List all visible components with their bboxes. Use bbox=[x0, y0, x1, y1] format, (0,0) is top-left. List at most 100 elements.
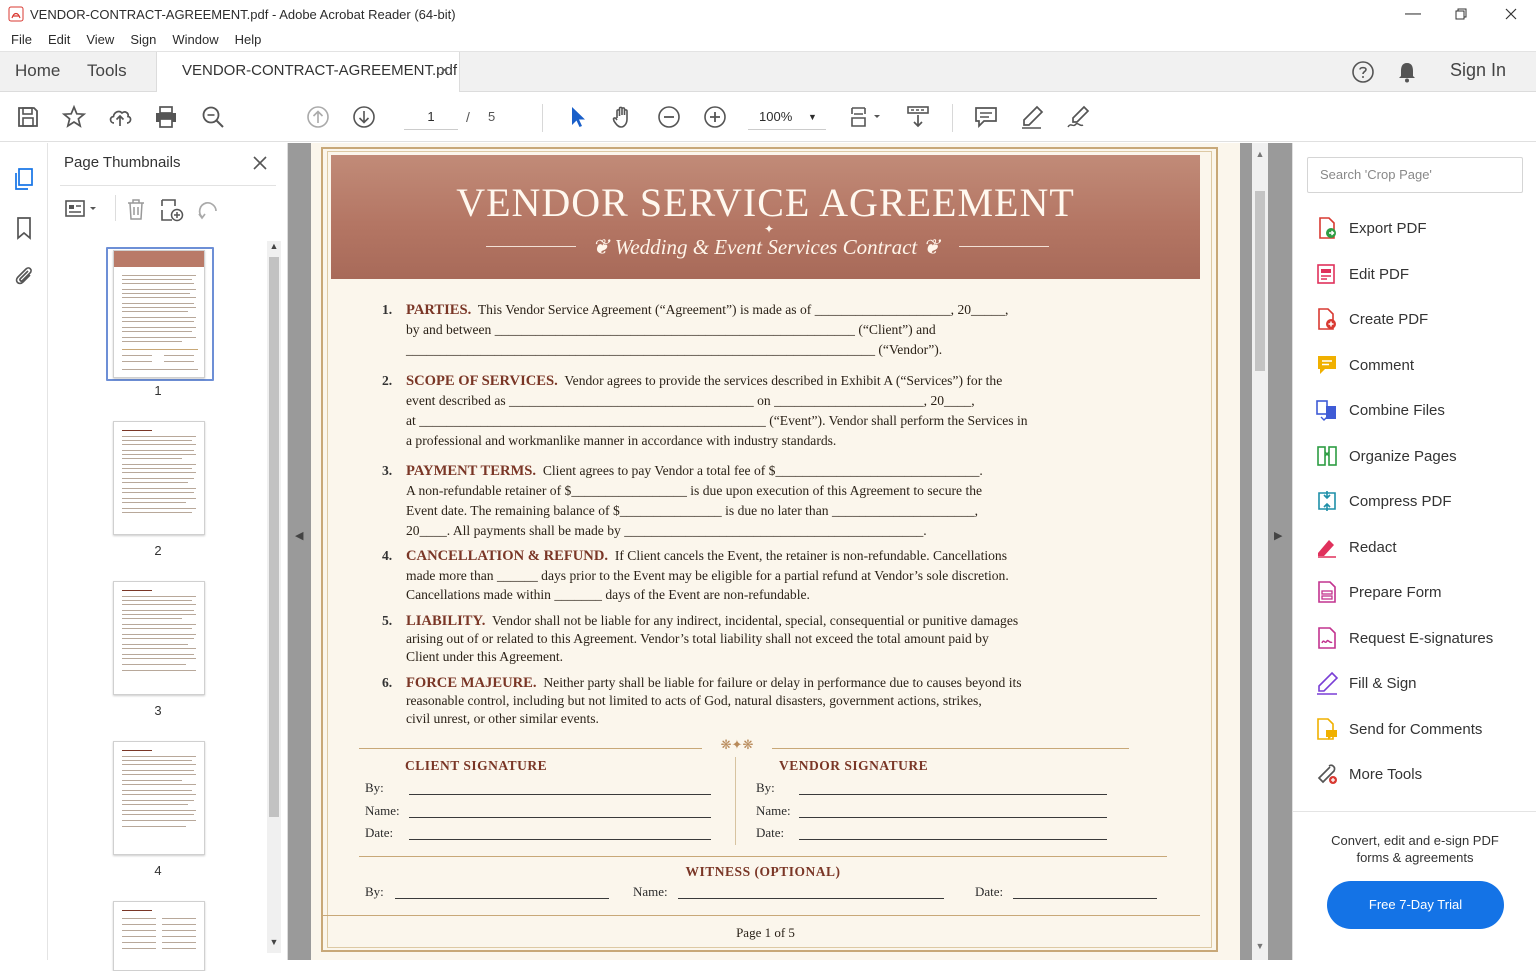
menu-file[interactable]: File bbox=[0, 32, 40, 47]
thumbnail-options-icon[interactable] bbox=[64, 198, 100, 220]
comment-tool-button[interactable] bbox=[971, 102, 1001, 132]
sign-in-button[interactable]: Sign In bbox=[1450, 60, 1506, 81]
thumbnail-page-5[interactable] bbox=[113, 901, 205, 971]
close-panel-icon[interactable] bbox=[253, 156, 267, 170]
tool-more-tools[interactable]: More Tools bbox=[1315, 759, 1422, 789]
scroll-mode-button[interactable] bbox=[903, 102, 933, 132]
thumbnail-page-4[interactable] bbox=[113, 741, 205, 855]
scroll-down-arrow-icon[interactable]: ▼ bbox=[267, 937, 281, 949]
menu-edit[interactable]: Edit bbox=[40, 32, 78, 47]
vendor-by-line[interactable] bbox=[799, 794, 1107, 795]
menu-sign[interactable]: Sign bbox=[122, 32, 164, 47]
tool-create-pdf[interactable]: Create PDF bbox=[1315, 304, 1428, 334]
collapse-right-panel-arrow-icon[interactable]: ▶ bbox=[1274, 529, 1282, 542]
page-total: 5 bbox=[488, 109, 496, 124]
next-page-button[interactable] bbox=[349, 102, 379, 132]
tab-close-button[interactable]: × bbox=[440, 52, 449, 90]
zoom-level-dropdown[interactable]: 100% ▼ bbox=[748, 104, 826, 130]
page-number-input[interactable]: 1 bbox=[404, 104, 458, 130]
upload-cloud-button[interactable] bbox=[105, 102, 135, 132]
restore-button[interactable] bbox=[1438, 0, 1484, 28]
help-icon[interactable] bbox=[1351, 60, 1375, 84]
tool-redact[interactable]: Redact bbox=[1315, 532, 1397, 562]
chevron-down-icon: ▼ bbox=[808, 112, 817, 122]
star-icon bbox=[61, 104, 87, 128]
tool-compress-pdf[interactable]: Compress PDF bbox=[1315, 486, 1452, 516]
menu-window[interactable]: Window bbox=[164, 32, 226, 47]
attachments-paperclip-icon[interactable] bbox=[12, 264, 36, 288]
menu-help[interactable]: Help bbox=[227, 32, 270, 47]
redact-icon bbox=[1318, 540, 1336, 558]
client-by-line[interactable] bbox=[409, 794, 711, 795]
save-button[interactable] bbox=[13, 102, 43, 132]
witness-by-line[interactable] bbox=[395, 898, 609, 899]
tool-fill-sign[interactable]: Fill & Sign bbox=[1315, 668, 1417, 698]
highlight-tool-button[interactable] bbox=[1017, 102, 1047, 132]
bookmark-star-button[interactable] bbox=[59, 102, 89, 132]
tab-home[interactable]: Home bbox=[15, 52, 60, 92]
page-display-button[interactable] bbox=[846, 102, 886, 132]
thumbnail-page-2[interactable] bbox=[113, 421, 205, 535]
organize-pages-icon bbox=[1317, 446, 1337, 466]
rotate-page-icon[interactable] bbox=[196, 198, 220, 222]
minimize-button[interactable]: — bbox=[1390, 0, 1436, 28]
plus-circle-icon bbox=[704, 106, 726, 128]
more-tools-icon bbox=[1317, 764, 1337, 784]
tool-export-pdf[interactable]: Export PDF bbox=[1315, 213, 1427, 243]
compress-pdf-icon bbox=[1318, 491, 1336, 511]
tab-tools[interactable]: Tools bbox=[87, 52, 127, 92]
vendor-date-line[interactable] bbox=[799, 839, 1107, 840]
tool-send-for-comments[interactable]: Send for Comments bbox=[1315, 714, 1482, 744]
scrollbar-thumb[interactable] bbox=[269, 257, 279, 817]
menu-view[interactable]: View bbox=[78, 32, 122, 47]
free-trial-button[interactable]: Free 7-Day Trial bbox=[1327, 881, 1504, 929]
insert-page-icon[interactable] bbox=[159, 197, 185, 223]
zoom-in-button[interactable] bbox=[700, 102, 730, 132]
zoom-out-magnifier-icon bbox=[202, 106, 224, 128]
tool-organize-pages[interactable]: Organize Pages bbox=[1315, 441, 1457, 471]
page-thumbnails-icon[interactable] bbox=[12, 167, 36, 191]
fill-sign-tool-button[interactable] bbox=[1063, 102, 1093, 132]
zoom-search-button[interactable] bbox=[198, 102, 228, 132]
close-window-button[interactable] bbox=[1488, 0, 1534, 28]
scroll-up-arrow-icon[interactable]: ▲ bbox=[267, 241, 281, 253]
client-name-line[interactable] bbox=[409, 817, 711, 818]
collapse-left-panel-arrow-icon[interactable]: ◀ bbox=[295, 529, 303, 542]
thumbnail-page-3[interactable] bbox=[113, 581, 205, 695]
client-by-label: By: bbox=[365, 780, 384, 795]
clause-force-majeure: 6. FORCE MAJEURE. Neither party shall be… bbox=[382, 675, 1022, 726]
tool-request-esignatures[interactable]: Request E-signatures bbox=[1315, 623, 1493, 653]
notifications-bell-icon[interactable] bbox=[1396, 60, 1418, 84]
zoom-level-value: 100% bbox=[759, 109, 793, 124]
tool-edit-pdf[interactable]: Edit PDF bbox=[1315, 259, 1409, 289]
thumbnails-scrollbar[interactable]: ▲ ▼ bbox=[267, 241, 281, 953]
promo-text: Convert, edit and e-sign PDF forms & agr… bbox=[1331, 833, 1499, 865]
minus-circle-icon bbox=[658, 106, 680, 128]
tab-document-label: VENDOR-CONTRACT-AGREEMENT.pdf bbox=[182, 62, 458, 79]
thumbnail-page-1[interactable] bbox=[113, 250, 205, 378]
doc-scroll-up-arrow-icon[interactable]: ▲ bbox=[1252, 149, 1268, 159]
bookmarks-icon[interactable] bbox=[12, 216, 36, 240]
tool-comment[interactable]: Comment bbox=[1315, 350, 1414, 380]
document-viewer[interactable]: ◀ ▶ VENDOR SERVICE AGREEMENT ✦ ❦ Wedding… bbox=[288, 143, 1292, 960]
previous-page-button[interactable] bbox=[303, 102, 333, 132]
thumbnail-label-2: 2 bbox=[154, 543, 162, 558]
print-button[interactable] bbox=[151, 102, 181, 132]
vendor-name-line[interactable] bbox=[799, 817, 1107, 818]
delete-trash-icon[interactable] bbox=[124, 197, 148, 221]
tools-search-input[interactable]: Search 'Crop Page' bbox=[1307, 157, 1523, 193]
zoom-out-button[interactable] bbox=[654, 102, 684, 132]
document-scrollbar[interactable]: ▲ ▼ bbox=[1252, 143, 1268, 960]
select-tool-button[interactable] bbox=[562, 102, 592, 132]
client-date-line[interactable] bbox=[409, 839, 711, 840]
witness-name-line[interactable] bbox=[678, 898, 944, 899]
tool-prepare-form[interactable]: Prepare Form bbox=[1315, 577, 1442, 607]
doc-scrollbar-thumb[interactable] bbox=[1255, 191, 1265, 371]
tool-combine-files[interactable]: Combine Files bbox=[1315, 395, 1445, 425]
doc-scroll-down-arrow-icon[interactable]: ▼ bbox=[1252, 941, 1268, 951]
witness-date-line[interactable] bbox=[1013, 898, 1157, 899]
hand-tool-button[interactable] bbox=[608, 102, 638, 132]
prepare-form-icon bbox=[1318, 581, 1336, 603]
tab-document[interactable]: VENDOR-CONTRACT-AGREEMENT.pdf × bbox=[156, 52, 460, 92]
witness-date-label: Date: bbox=[975, 884, 1004, 899]
